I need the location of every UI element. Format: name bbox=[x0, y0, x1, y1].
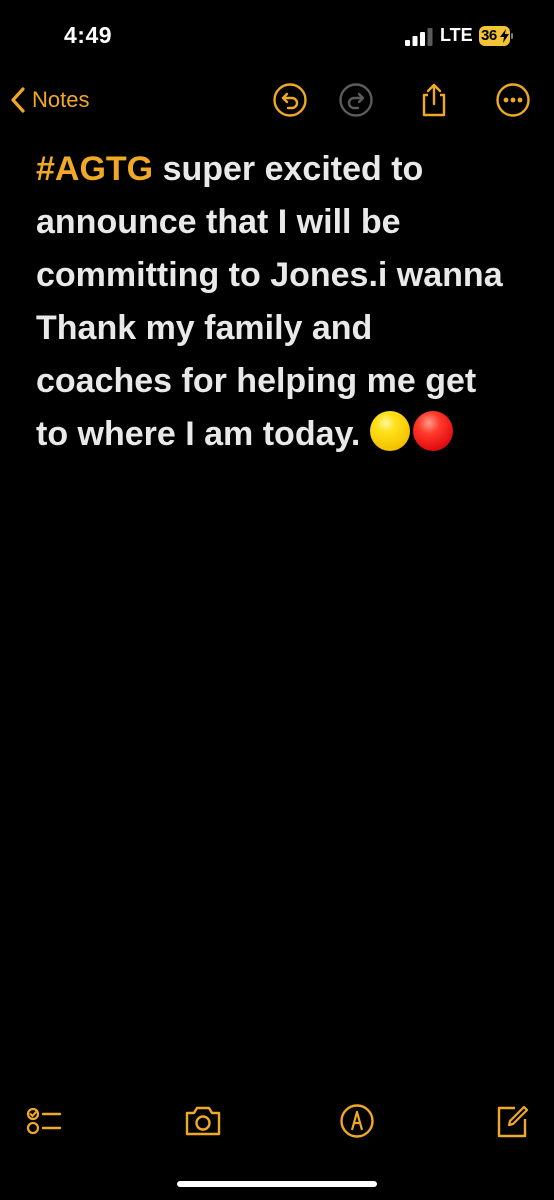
carrier-label: LTE bbox=[440, 25, 473, 45]
red-circle-emoji-icon bbox=[412, 411, 453, 451]
note-body[interactable]: #AGTG super excited to announce that I w… bbox=[36, 143, 506, 461]
camera-icon[interactable] bbox=[183, 1103, 223, 1139]
share-icon[interactable] bbox=[416, 82, 452, 118]
charging-bolt-icon bbox=[500, 29, 509, 43]
status-bar: 4:49 LTE 36 bbox=[0, 0, 554, 70]
chevron-left-icon bbox=[11, 87, 25, 113]
nav-bar: Notes bbox=[0, 75, 554, 125]
battery-icon: 36 bbox=[479, 26, 513, 46]
bottom-toolbar bbox=[0, 1098, 554, 1144]
home-indicator[interactable] bbox=[177, 1181, 377, 1187]
battery-level: 36 bbox=[481, 27, 497, 44]
back-button[interactable]: Notes bbox=[10, 83, 89, 117]
back-label: Notes bbox=[32, 87, 90, 112]
checklist-icon[interactable] bbox=[24, 1103, 64, 1139]
redo-icon[interactable] bbox=[338, 82, 374, 118]
compose-icon[interactable] bbox=[493, 1103, 533, 1139]
markup-pen-icon[interactable] bbox=[337, 1103, 377, 1139]
yellow-circle-emoji-icon bbox=[369, 411, 410, 451]
cellular-signal-icon bbox=[405, 28, 433, 46]
note-text: super excited to announce that I will be… bbox=[36, 150, 503, 453]
note-hashtag[interactable]: #AGTG bbox=[36, 150, 153, 188]
status-time: 4:49 bbox=[64, 22, 113, 48]
more-icon[interactable] bbox=[495, 82, 531, 118]
undo-icon[interactable] bbox=[272, 82, 308, 118]
